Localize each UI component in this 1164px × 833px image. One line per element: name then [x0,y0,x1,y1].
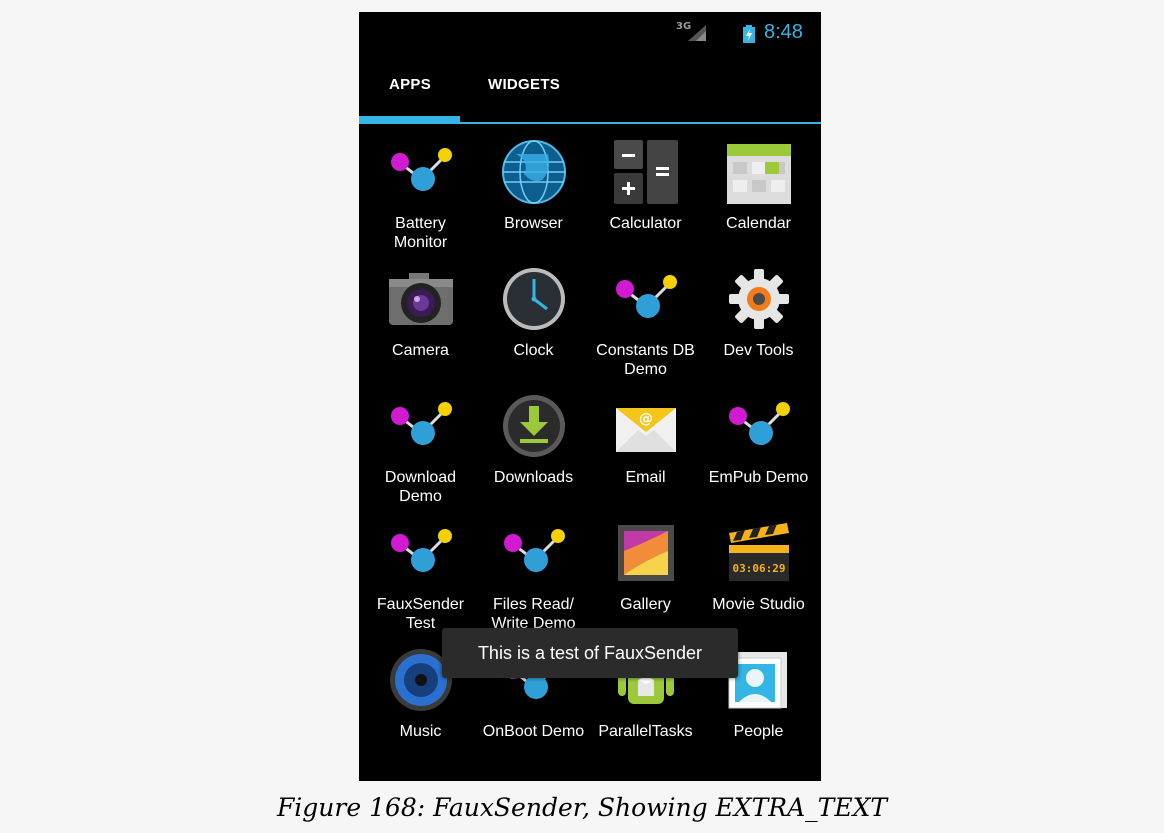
movie-counter: 03:06:29 [733,562,786,575]
tab-widgets[interactable]: WIDGETS [488,76,560,93]
app-clock[interactable]: Clock [477,267,590,387]
tab-apps[interactable]: APPS [389,76,431,93]
app-label: ParallelTasks [598,723,693,740]
app-gallery[interactable]: Gallery [589,521,702,641]
tab-selected-indicator [359,116,460,123]
molecule-icon [729,402,790,445]
app-download-demo[interactable]: Download Demo [364,394,477,514]
app-calculator[interactable]: Calculator [589,140,702,260]
app-label: Music [399,723,442,740]
camera-icon [389,273,453,325]
molecule-icon [391,529,452,572]
app-files-read-write-demo[interactable]: Files Read/ Write Demo [477,521,590,641]
app-movie-studio[interactable]: 03:06:29 Movie Studio [702,521,815,641]
app-battery-monitor[interactable]: Battery Monitor [364,140,477,260]
app-constants-db-demo[interactable]: Constants DB Demo [589,267,702,387]
battery-charging-icon [743,25,755,43]
app-label: EmPub Demo [708,469,809,486]
app-camera[interactable]: Camera [364,267,477,387]
app-label: Calendar [726,215,791,232]
calendar-icon [727,144,791,204]
app-browser[interactable]: Browser [477,140,590,260]
app-downloads[interactable]: Downloads [477,394,590,514]
status-bar: 3G 8:48 [359,12,821,52]
toast-message: This is a test of FauxSender [442,628,738,678]
molecule-icon [504,529,565,572]
download-icon [503,395,565,457]
app-label: Movie Studio [712,596,805,613]
app-fauxsender-test[interactable]: FauxSender Test [364,521,477,641]
app-label: Download Demo [384,469,457,505]
molecule-icon [391,148,452,191]
app-label: Email [625,469,666,486]
app-label: Clock [513,342,554,359]
app-dev-tools[interactable]: Dev Tools [702,267,815,387]
app-empub-demo[interactable]: EmPub Demo [702,394,815,514]
app-label: Calculator [609,215,682,232]
app-label: People [733,723,784,740]
gear-icon [729,269,789,329]
clock-icon [503,268,565,330]
app-label: Camera [392,342,449,359]
app-label: Constants DB Demo [596,342,695,378]
toast-text: This is a test of FauxSender [477,643,703,663]
molecule-icon [616,275,677,318]
app-calendar[interactable]: Calendar [702,140,815,260]
app-label: Downloads [493,469,574,486]
globe-icon [502,140,566,204]
signal-icon [688,25,706,41]
app-label: Browser [504,215,563,232]
app-email[interactable]: @ Email [589,394,702,514]
app-label: Battery Monitor [393,215,448,251]
app-label: Dev Tools [723,342,794,359]
gallery-icon [618,525,674,581]
svg-text:@: @ [639,411,653,427]
status-clock: 8:48 [764,21,803,43]
envelope-icon: @ [616,408,676,452]
calculator-icon [614,140,678,204]
molecule-icon [391,402,452,445]
figure-caption: Figure 168: FauxSender, Showing EXTRA_TE… [276,793,888,822]
app-label: OnBoot Demo [482,723,585,740]
app-label: Gallery [620,596,671,613]
clapperboard-icon: 03:06:29 [729,523,789,581]
